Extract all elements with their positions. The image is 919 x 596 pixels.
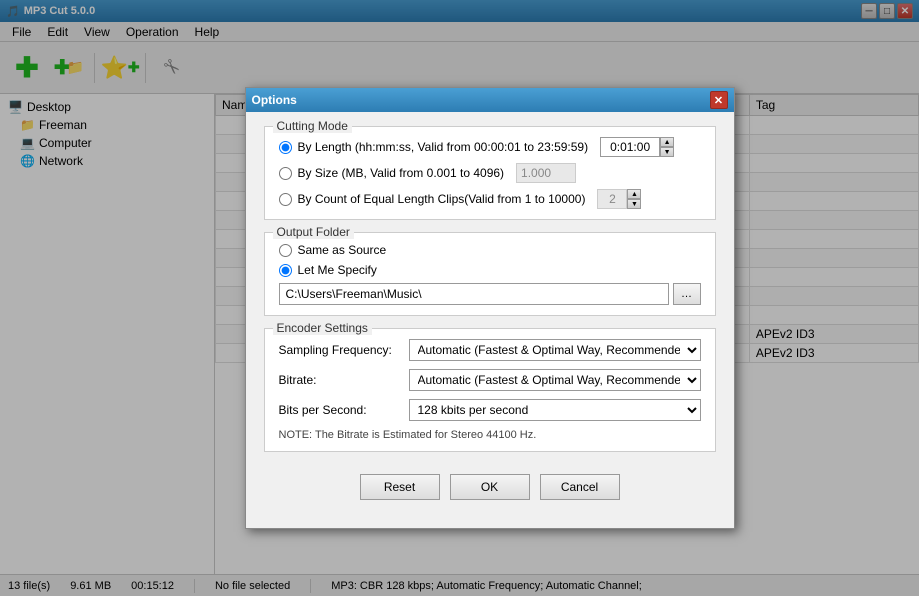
bitrate-select-wrapper[interactable]: Automatic (Fastest & Optimal Way, Recomm…	[409, 369, 701, 391]
output-folder-section: Output Folder Same as Source Let Me Spec…	[264, 232, 716, 316]
count-spin-up[interactable]: ▲	[627, 189, 641, 199]
length-spinbox[interactable]: ▲ ▼	[600, 137, 674, 157]
count-spinbox[interactable]: ▲ ▼	[597, 189, 641, 209]
bits-per-second-select[interactable]: 128 kbits per second	[409, 399, 701, 421]
bitrate-label: Bitrate:	[279, 373, 409, 387]
cutting-mode-label: Cutting Mode	[273, 119, 352, 133]
radio-same-as-source-row: Same as Source	[279, 243, 701, 257]
radio-by-size-row: By Size (MB, Valid from 0.001 to 4096)	[279, 163, 701, 183]
output-folder-label: Output Folder	[273, 225, 354, 239]
radio-by-length-label[interactable]: By Length (hh:mm:ss, Valid from 00:00:01…	[298, 140, 589, 154]
dialog-buttons: Reset OK Cancel	[264, 464, 716, 514]
radio-let-me-specify-row: Let Me Specify	[279, 263, 701, 277]
radio-by-count-row: By Count of Equal Length Clips(Valid fro…	[279, 189, 701, 209]
radio-by-count[interactable]	[279, 193, 292, 206]
bits-per-second-label: Bits per Second:	[279, 403, 409, 417]
dialog-title: Options	[252, 93, 297, 107]
radio-by-size[interactable]	[279, 167, 292, 180]
dialog-close-button[interactable]: ✕	[710, 91, 728, 109]
cutting-mode-section: Cutting Mode By Length (hh:mm:ss, Valid …	[264, 126, 716, 220]
bits-per-second-row: Bits per Second: 128 kbits per second	[279, 399, 701, 421]
bitrate-select[interactable]: Automatic (Fastest & Optimal Way, Recomm…	[409, 369, 701, 391]
dialog-body: Cutting Mode By Length (hh:mm:ss, Valid …	[246, 112, 734, 528]
radio-same-as-source[interactable]	[279, 244, 292, 257]
count-spin-buttons: ▲ ▼	[627, 189, 641, 209]
modal-overlay: Options ✕ Cutting Mode By Length (hh:mm:…	[0, 0, 919, 596]
length-spin-down[interactable]: ▼	[660, 147, 674, 157]
sampling-frequency-row: Sampling Frequency: Automatic (Fastest &…	[279, 339, 701, 361]
radio-by-size-label[interactable]: By Size (MB, Valid from 0.001 to 4096)	[298, 166, 505, 180]
options-dialog: Options ✕ Cutting Mode By Length (hh:mm:…	[245, 87, 735, 529]
radio-let-me-specify[interactable]	[279, 264, 292, 277]
radio-by-length-row: By Length (hh:mm:ss, Valid from 00:00:01…	[279, 137, 701, 157]
radio-let-me-specify-label[interactable]: Let Me Specify	[298, 263, 377, 277]
bitrate-row: Bitrate: Automatic (Fastest & Optimal Wa…	[279, 369, 701, 391]
length-spin-buttons: ▲ ▼	[660, 137, 674, 157]
count-spin-down[interactable]: ▼	[627, 199, 641, 209]
radio-by-count-label[interactable]: By Count of Equal Length Clips(Valid fro…	[298, 192, 586, 206]
encoder-settings-section: Encoder Settings Sampling Frequency: Aut…	[264, 328, 716, 452]
ok-button[interactable]: OK	[450, 474, 530, 500]
path-input[interactable]	[279, 283, 669, 305]
radio-by-length[interactable]	[279, 141, 292, 154]
sampling-frequency-select[interactable]: Automatic (Fastest & Optimal Way, Recomm…	[409, 339, 701, 361]
count-input[interactable]	[597, 189, 627, 209]
size-input[interactable]	[516, 163, 576, 183]
bits-per-second-select-wrapper[interactable]: 128 kbits per second	[409, 399, 701, 421]
radio-same-as-source-label[interactable]: Same as Source	[298, 243, 387, 257]
browse-button[interactable]: …	[673, 283, 701, 305]
cancel-button[interactable]: Cancel	[540, 474, 620, 500]
sampling-frequency-select-wrapper[interactable]: Automatic (Fastest & Optimal Way, Recomm…	[409, 339, 701, 361]
encoder-settings-label: Encoder Settings	[273, 321, 372, 335]
path-row: …	[279, 283, 701, 305]
dialog-title-bar: Options ✕	[246, 88, 734, 112]
length-spin-up[interactable]: ▲	[660, 137, 674, 147]
length-input[interactable]	[600, 137, 660, 157]
reset-button[interactable]: Reset	[360, 474, 440, 500]
encoder-note: NOTE: The Bitrate is Estimated for Stere…	[279, 429, 701, 441]
sampling-frequency-label: Sampling Frequency:	[279, 343, 409, 357]
